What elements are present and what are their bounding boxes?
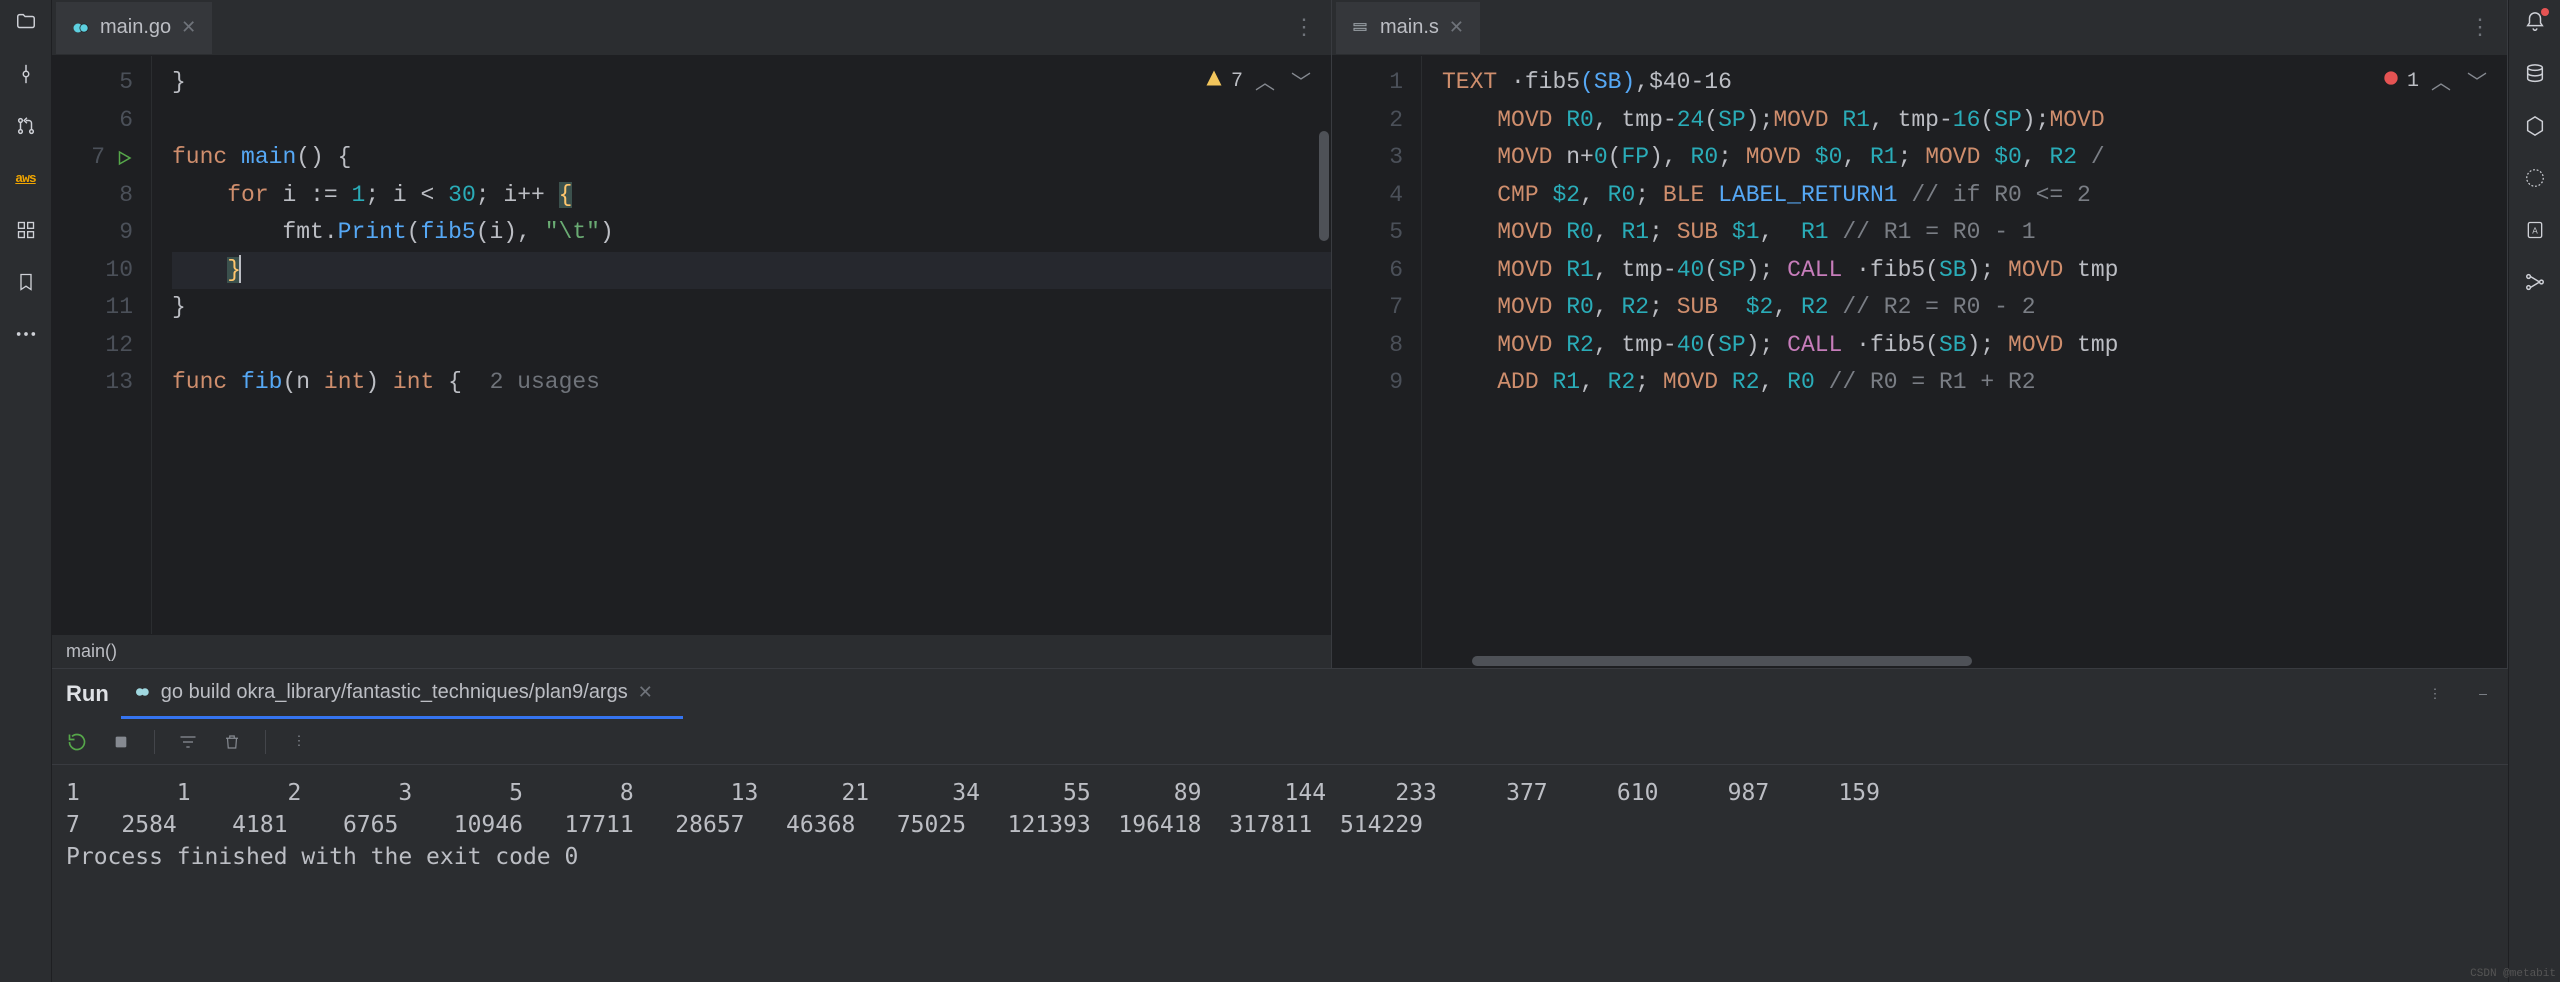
left-tool-strip: aws <box>0 0 52 982</box>
gutter-line: 10 <box>52 252 133 290</box>
breadcrumb[interactable]: main() <box>52 634 1331 668</box>
pull-request-icon[interactable] <box>14 114 38 138</box>
tab-more-icon[interactable]: ⋮ <box>2455 15 2507 41</box>
tab-main-go[interactable]: main.go ✕ <box>56 2 212 54</box>
output-line: 7 2584 4181 6765 10946 17711 28657 46368… <box>66 812 1423 838</box>
gutter-line: 5 <box>52 64 133 102</box>
gutter-line: 12 <box>52 327 133 365</box>
minimize-icon[interactable]: — <box>2472 683 2494 705</box>
code-editor-right[interactable]: TEXT ·fib5(SB),$40-16 MOVD R0, tmp-24(SP… <box>1422 56 2507 668</box>
gutter-line: 13 <box>52 364 133 402</box>
scrollbar[interactable] <box>1319 131 1329 241</box>
run-toolbar: ⋮ <box>52 719 2508 765</box>
go-file-icon <box>72 19 90 37</box>
gutter-line[interactable]: 7 <box>52 139 133 177</box>
gutter-line: 9 <box>52 214 133 252</box>
close-icon[interactable]: ✕ <box>1449 17 1464 38</box>
gutter-line: 7 <box>1332 289 1403 327</box>
project-icon[interactable] <box>14 10 38 34</box>
chevron-down-icon[interactable]: ﹀ <box>2463 66 2491 96</box>
editors-split: main.go ✕ ⋮ 7 ︿ ﹀ <box>52 0 2508 668</box>
dots-circle-icon[interactable] <box>2523 166 2547 190</box>
gutter-line: 9 <box>1332 364 1403 402</box>
nodes-icon[interactable] <box>2523 270 2547 294</box>
notifications-icon[interactable] <box>2523 10 2547 34</box>
stop-icon[interactable] <box>110 731 132 753</box>
run-header: Run go build okra_library/fantastic_tech… <box>52 669 2508 719</box>
separator <box>154 730 155 754</box>
close-icon[interactable]: ✕ <box>638 682 653 703</box>
tab-more-icon[interactable]: ⋮ <box>1279 15 1331 41</box>
gutter-line: 5 <box>1332 214 1403 252</box>
output-line: Process finished with the exit code 0 <box>66 844 578 870</box>
trash-icon[interactable] <box>221 731 243 753</box>
run-panel: Run go build okra_library/fantastic_tech… <box>52 668 2508 982</box>
run-more-icon[interactable]: ⋮ <box>2424 683 2446 705</box>
chevron-up-icon[interactable]: ︿ <box>1251 66 1279 96</box>
bookmark-icon[interactable] <box>14 270 38 294</box>
structure-icon[interactable] <box>14 218 38 242</box>
gutter-line: 1 <box>1332 64 1403 102</box>
run-config-name: go build okra_library/fantastic_techniqu… <box>161 681 628 704</box>
watermark: CSDN @metabit <box>2470 968 2556 980</box>
warning-icon <box>1205 69 1223 94</box>
editor-pane-right: main.s ✕ ⋮ 1 ︿ ﹀ <box>1332 0 2508 668</box>
rerun-icon[interactable] <box>66 731 88 753</box>
notification-dot <box>2541 8 2549 16</box>
chevron-down-icon[interactable]: ﹀ <box>1287 66 1315 96</box>
gutter-line: 8 <box>1332 327 1403 365</box>
go-config-icon <box>133 683 151 701</box>
inspections-widget[interactable]: 1 ︿ ﹀ <box>2383 66 2491 96</box>
horizontal-scrollbar[interactable] <box>1472 656 1972 666</box>
asm-file-icon <box>1352 19 1370 37</box>
commit-icon[interactable] <box>14 62 38 86</box>
tab-label: main.go <box>100 16 171 39</box>
editor-pane-left: main.go ✕ ⋮ 7 ︿ ﹀ <box>52 0 1332 668</box>
gutter-line: 2 <box>1332 102 1403 140</box>
aws-icon[interactable]: aws <box>14 166 38 190</box>
warning-count: 7 <box>1231 70 1243 93</box>
gutter-line: 6 <box>52 102 133 140</box>
svg-text:A: A <box>2532 225 2538 236</box>
options-icon[interactable]: ⋮ <box>288 731 310 753</box>
close-icon[interactable]: ✕ <box>181 17 196 38</box>
tabbar-left: main.go ✕ ⋮ <box>52 0 1331 56</box>
gutter-line: 3 <box>1332 139 1403 177</box>
tabbar-right: main.s ✕ ⋮ <box>1332 0 2507 56</box>
gutter-line: 4 <box>1332 177 1403 215</box>
error-count: 1 <box>2407 70 2419 93</box>
database-icon[interactable] <box>2523 62 2547 86</box>
tab-main-s[interactable]: main.s ✕ <box>1336 2 1480 54</box>
gutter-left: 5 6 7 8 9 10 11 12 13 <box>52 56 152 634</box>
more-tools-icon[interactable] <box>14 322 38 346</box>
gutter-line: 11 <box>52 289 133 327</box>
right-tool-strip: A <box>2508 0 2560 982</box>
output-line: 1 1 2 3 5 8 13 21 34 55 89 144 233 377 6… <box>66 780 1880 806</box>
gutter-line: 6 <box>1332 252 1403 290</box>
tab-label: main.s <box>1380 16 1439 39</box>
inspections-widget[interactable]: 7 ︿ ﹀ <box>1205 66 1315 96</box>
filter-icon[interactable] <box>177 731 199 753</box>
hex-icon[interactable] <box>2523 114 2547 138</box>
run-gutter-icon <box>115 149 133 167</box>
chevron-up-icon[interactable]: ︿ <box>2427 66 2455 96</box>
center-area: main.go ✕ ⋮ 7 ︿ ﹀ <box>52 0 2508 982</box>
run-label[interactable]: Run <box>66 681 109 707</box>
gutter-right: 1 2 3 4 5 6 7 8 9 <box>1332 56 1422 668</box>
error-icon <box>2383 70 2399 93</box>
code-editor-left[interactable]: }func main() { for i := 1; i < 30; i++ {… <box>152 56 1331 634</box>
run-config-tab[interactable]: go build okra_library/fantastic_techniqu… <box>133 681 653 708</box>
separator <box>265 730 266 754</box>
gutter-line: 8 <box>52 177 133 215</box>
run-output[interactable]: 1 1 2 3 5 8 13 21 34 55 89 144 233 377 6… <box>52 765 2508 881</box>
text-doc-icon[interactable]: A <box>2523 218 2547 242</box>
